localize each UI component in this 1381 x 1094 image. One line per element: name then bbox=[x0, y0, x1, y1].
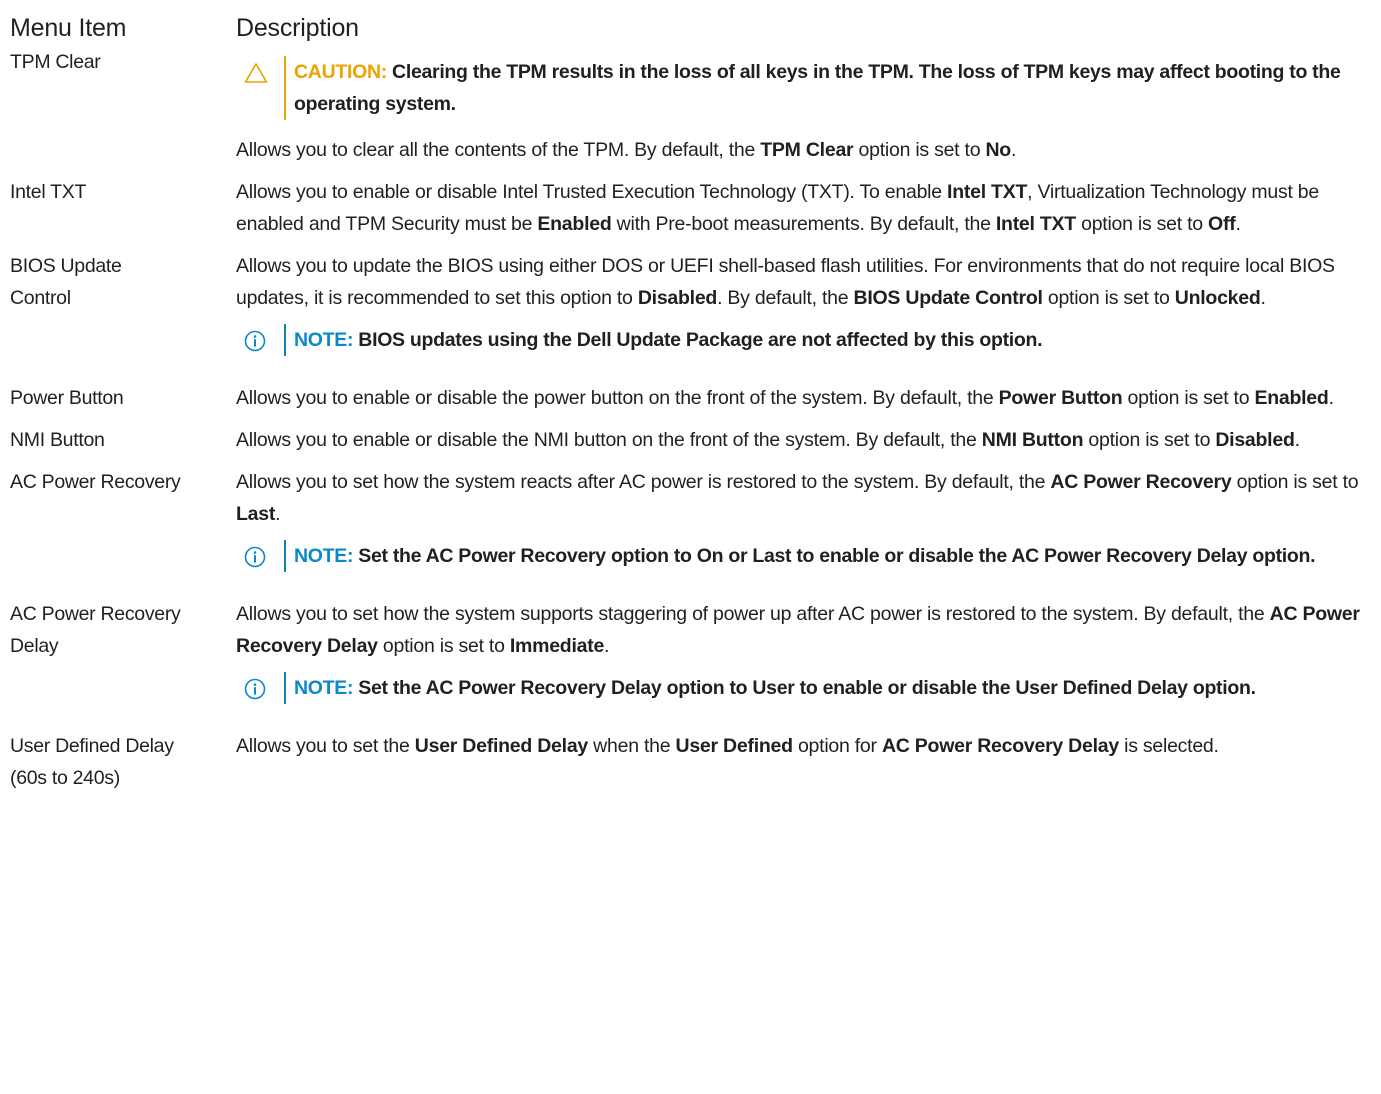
menu-item-name: BIOS Update Control bbox=[10, 255, 122, 309]
caution-body: Clearing the TPM results in the loss of … bbox=[294, 61, 1341, 115]
note-body: BIOS updates using the Dell Update Packa… bbox=[353, 329, 1043, 351]
table-row: TPM Clear CAUTION: Clearing the TPM resul… bbox=[10, 46, 1381, 166]
table-row: NMI Button Allows you to enable or disabl… bbox=[10, 424, 1381, 456]
description-text: Allows you to set the User Defined Delay… bbox=[236, 735, 1219, 757]
note-body: Set the AC Power Recovery Delay option t… bbox=[353, 677, 1256, 699]
table-row: Power Button Allows you to enable or disa… bbox=[10, 382, 1381, 414]
menu-item-description: Allows you to enable or disable the powe… bbox=[236, 382, 1381, 414]
menu-item-name: User Defined Delay (60s to 240s) bbox=[10, 735, 174, 789]
menu-item-description: Allows you to set how the system reacts … bbox=[236, 466, 1381, 588]
warning-triangle-icon bbox=[236, 56, 284, 84]
menu-item-name: NMI Button bbox=[10, 429, 105, 451]
caution-callout: CAUTION: Clearing the TPM results in the… bbox=[236, 56, 1381, 120]
info-circle-icon bbox=[236, 324, 284, 352]
note-callout: NOTE: Set the AC Power Recovery Delay op… bbox=[236, 672, 1381, 704]
description-text: Allows you to clear all the contents of … bbox=[236, 139, 1017, 161]
note-text: NOTE: BIOS updates using the Dell Update… bbox=[284, 324, 1043, 356]
menu-item-description: Allows you to set how the system support… bbox=[236, 598, 1381, 720]
menu-item-description: CAUTION: Clearing the TPM results in the… bbox=[236, 46, 1381, 166]
table-row: User Defined Delay (60s to 240s) Allows yo… bbox=[10, 730, 1381, 794]
menu-item-name: Intel TXT bbox=[10, 181, 87, 203]
document-page: Menu Item Description TPM Clear CAUTION: … bbox=[0, 0, 1381, 1094]
description-text: Allows you to set how the system support… bbox=[236, 603, 1360, 657]
table-body: TPM Clear CAUTION: Clearing the TPM resul… bbox=[10, 46, 1381, 794]
description-text: Allows you to update the BIOS using eith… bbox=[236, 255, 1335, 309]
menu-item-description: Allows you to enable or disable Intel Tr… bbox=[236, 176, 1381, 240]
note-label: NOTE: bbox=[294, 677, 354, 699]
caution-label: CAUTION: bbox=[294, 61, 387, 83]
header-description: Description bbox=[236, 14, 359, 42]
note-label: NOTE: bbox=[294, 329, 354, 351]
menu-item-description: Allows you to enable or disable the NMI … bbox=[236, 424, 1381, 456]
menu-item-name: Power Button bbox=[10, 387, 124, 409]
header-menu-item: Menu Item bbox=[10, 14, 127, 42]
menu-item-description: Allows you to update the BIOS using eith… bbox=[236, 250, 1381, 372]
note-text: NOTE: Set the AC Power Recovery option t… bbox=[284, 540, 1316, 572]
info-circle-icon bbox=[236, 672, 284, 700]
note-callout: NOTE: BIOS updates using the Dell Update… bbox=[236, 324, 1381, 356]
menu-item-name: AC Power Recovery bbox=[10, 471, 181, 493]
note-text: NOTE: Set the AC Power Recovery Delay op… bbox=[284, 672, 1256, 704]
table-row: AC Power Recovery Delay Allows you to set … bbox=[10, 598, 1381, 720]
menu-item-description: Allows you to set the User Defined Delay… bbox=[236, 730, 1381, 794]
description-text: Allows you to enable or disable Intel Tr… bbox=[236, 181, 1319, 235]
note-label: NOTE: bbox=[294, 545, 354, 567]
table-row: AC Power Recovery Allows you to set how t… bbox=[10, 466, 1381, 588]
description-text: Allows you to enable or disable the NMI … bbox=[236, 429, 1300, 451]
table-row: Intel TXT Allows you to enable or disable… bbox=[10, 176, 1381, 240]
menu-item-name: TPM Clear bbox=[10, 51, 101, 73]
note-body: Set the AC Power Recovery option to On o… bbox=[353, 545, 1316, 567]
note-callout: NOTE: Set the AC Power Recovery option t… bbox=[236, 540, 1381, 572]
caution-text: CAUTION: Clearing the TPM results in the… bbox=[284, 56, 1381, 120]
info-circle-icon bbox=[236, 540, 284, 568]
table-row: BIOS Update Control Allows you to update t… bbox=[10, 250, 1381, 372]
table-header: Menu Item Description bbox=[10, 10, 1381, 46]
description-text: Allows you to set how the system reacts … bbox=[236, 471, 1359, 525]
menu-item-name: AC Power Recovery Delay bbox=[10, 603, 181, 657]
description-text: Allows you to enable or disable the powe… bbox=[236, 387, 1334, 409]
